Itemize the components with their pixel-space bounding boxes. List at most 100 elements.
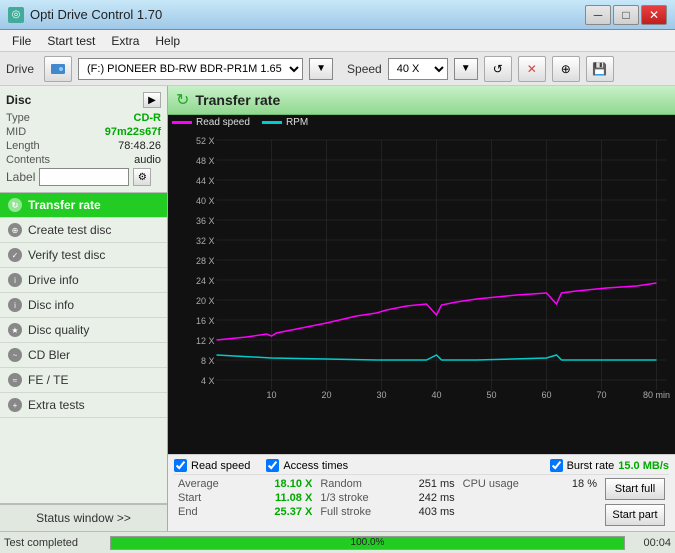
read-speed-checkbox[interactable] [174, 459, 187, 472]
sidebar-item-disc-info[interactable]: i Disc info [0, 293, 167, 318]
checkbox-read-speed[interactable]: Read speed [174, 459, 250, 472]
legend-rpm: RPM [262, 117, 308, 128]
window-controls: ─ □ ✕ [585, 5, 667, 25]
chart-header-icon: ↻ [176, 90, 189, 110]
read-speed-checkbox-label: Read speed [191, 460, 250, 472]
refresh-icon[interactable]: ↺ [484, 56, 512, 82]
label-settings-icon[interactable]: ⚙ [133, 168, 151, 186]
label-label: Label [6, 170, 35, 184]
sidebar-item-create-test-disc[interactable]: ⊕ Create test disc [0, 218, 167, 243]
drive-info-label: Drive info [28, 273, 79, 287]
erase-icon[interactable]: ✕ [518, 56, 546, 82]
type-value: CD-R [134, 112, 162, 124]
sidebar-item-drive-info[interactable]: i Drive info [0, 268, 167, 293]
access-times-checkbox-label: Access times [283, 460, 348, 472]
close-button[interactable]: ✕ [641, 5, 667, 25]
menu-help[interactable]: Help [147, 32, 188, 50]
transfer-rate-label: Transfer rate [28, 198, 101, 212]
average-value: 18.10 X [262, 478, 312, 490]
speed-select[interactable]: 40 X [388, 58, 448, 80]
checkbox-access-times[interactable]: Access times [266, 459, 348, 472]
create-test-disc-icon: ⊕ [8, 223, 22, 237]
minimize-button[interactable]: ─ [585, 5, 611, 25]
drive-dropdown-btn[interactable]: ▼ [309, 58, 333, 80]
full-stroke-label: Full stroke [320, 506, 371, 518]
fe-te-icon: ≈ [8, 373, 22, 387]
stat-1-3-stroke: 1/3 stroke 242 ms [320, 491, 454, 505]
svg-text:60: 60 [541, 390, 551, 398]
progress-text: 100.0% [111, 537, 624, 549]
svg-text:30: 30 [376, 390, 386, 398]
start-value: 11.08 X [262, 492, 312, 504]
drive-icon-btn[interactable] [44, 56, 72, 82]
sidebar-item-verify-test-disc[interactable]: ✓ Verify test disc [0, 243, 167, 268]
copy-icon[interactable]: ⊕ [552, 56, 580, 82]
disc-arrow-btn[interactable]: ▶ [143, 92, 161, 108]
chart-legend: Read speed RPM [168, 115, 675, 130]
stats-col-right: CPU usage 18 % [459, 475, 601, 529]
svg-text:10: 10 [266, 390, 276, 398]
cpu-usage-value: 18 % [547, 478, 597, 490]
start-label: Start [178, 492, 201, 504]
sidebar-item-transfer-rate[interactable]: ↻ Transfer rate [0, 193, 167, 218]
start-part-button[interactable]: Start part [605, 504, 665, 526]
svg-text:32 X: 32 X [196, 236, 215, 246]
menu-starttest[interactable]: Start test [39, 32, 103, 50]
svg-text:50: 50 [486, 390, 496, 398]
svg-text:44 X: 44 X [196, 176, 215, 186]
sidebar-item-fe-te[interactable]: ≈ FE / TE [0, 368, 167, 393]
checkbox-burst-rate[interactable]: Burst rate 15.0 MB/s [550, 459, 669, 472]
cd-bler-icon: ~ [8, 348, 22, 362]
label-input[interactable] [39, 168, 129, 186]
create-test-disc-label: Create test disc [28, 223, 111, 237]
maximize-button[interactable]: □ [613, 5, 639, 25]
svg-text:20 X: 20 X [196, 296, 215, 306]
disc-info-icon: i [8, 298, 22, 312]
stat-start: Start 11.08 X [178, 491, 312, 505]
menu-file[interactable]: File [4, 32, 39, 50]
stats-col-middle: Random 251 ms 1/3 stroke 242 ms Full str… [316, 475, 458, 529]
burst-rate-checkbox[interactable] [550, 459, 563, 472]
mid-label: MID [6, 126, 26, 138]
sidebar-item-cd-bler[interactable]: ~ CD Bler [0, 343, 167, 368]
svg-text:36 X: 36 X [196, 216, 215, 226]
status-window-button[interactable]: Status window >> [0, 504, 167, 531]
speed-dropdown-btn[interactable]: ▼ [454, 58, 478, 80]
random-label: Random [320, 478, 362, 490]
svg-text:70: 70 [596, 390, 606, 398]
stats-buttons: Start full Start part [601, 475, 669, 529]
menu-extra[interactable]: Extra [103, 32, 147, 50]
cd-bler-label: CD Bler [28, 348, 70, 362]
drive-info-icon: i [8, 273, 22, 287]
svg-text:16 X: 16 X [196, 316, 215, 326]
burst-rate-value: 15.0 MB/s [618, 460, 669, 472]
nav-items: ↻ Transfer rate ⊕ Create test disc ✓ Ver… [0, 193, 167, 418]
svg-text:48 X: 48 X [196, 156, 215, 166]
disc-title: Disc [6, 93, 31, 107]
sidebar: Disc ▶ Type CD-R MID 97m22s67f Length 78… [0, 86, 168, 531]
end-label: End [178, 506, 198, 518]
transfer-rate-icon: ↻ [8, 198, 22, 212]
window-title: Opti Drive Control 1.70 [30, 7, 162, 22]
titlebar: ◎ Opti Drive Control 1.70 ─ □ ✕ [0, 0, 675, 30]
stats-col-left: Average 18.10 X Start 11.08 X End 25.37 … [174, 475, 316, 529]
stats-rows: Average 18.10 X Start 11.08 X End 25.37 … [174, 475, 669, 529]
disc-info-label: Disc info [28, 298, 74, 312]
drivebar: Drive (F:) PIONEER BD-RW BDR-PR1M 1.65 ▼… [0, 52, 675, 86]
sidebar-item-disc-quality[interactable]: ★ Disc quality [0, 318, 167, 343]
access-times-checkbox[interactable] [266, 459, 279, 472]
average-label: Average [178, 478, 219, 490]
svg-text:24 X: 24 X [196, 276, 215, 286]
stat-full-stroke: Full stroke 403 ms [320, 505, 454, 519]
start-full-button[interactable]: Start full [605, 478, 665, 500]
stat-average: Average 18.10 X [178, 477, 312, 491]
legend-rpm-label: RPM [286, 117, 308, 128]
main-content: Disc ▶ Type CD-R MID 97m22s67f Length 78… [0, 86, 675, 531]
drive-select[interactable]: (F:) PIONEER BD-RW BDR-PR1M 1.65 [78, 58, 303, 80]
progress-bar-container: 100.0% [110, 536, 625, 550]
status-text: Test completed [4, 537, 104, 549]
save-icon[interactable]: 💾 [586, 56, 614, 82]
legend-rpm-color [262, 121, 282, 124]
sidebar-item-extra-tests[interactable]: + Extra tests [0, 393, 167, 418]
svg-text:12 X: 12 X [196, 336, 215, 346]
